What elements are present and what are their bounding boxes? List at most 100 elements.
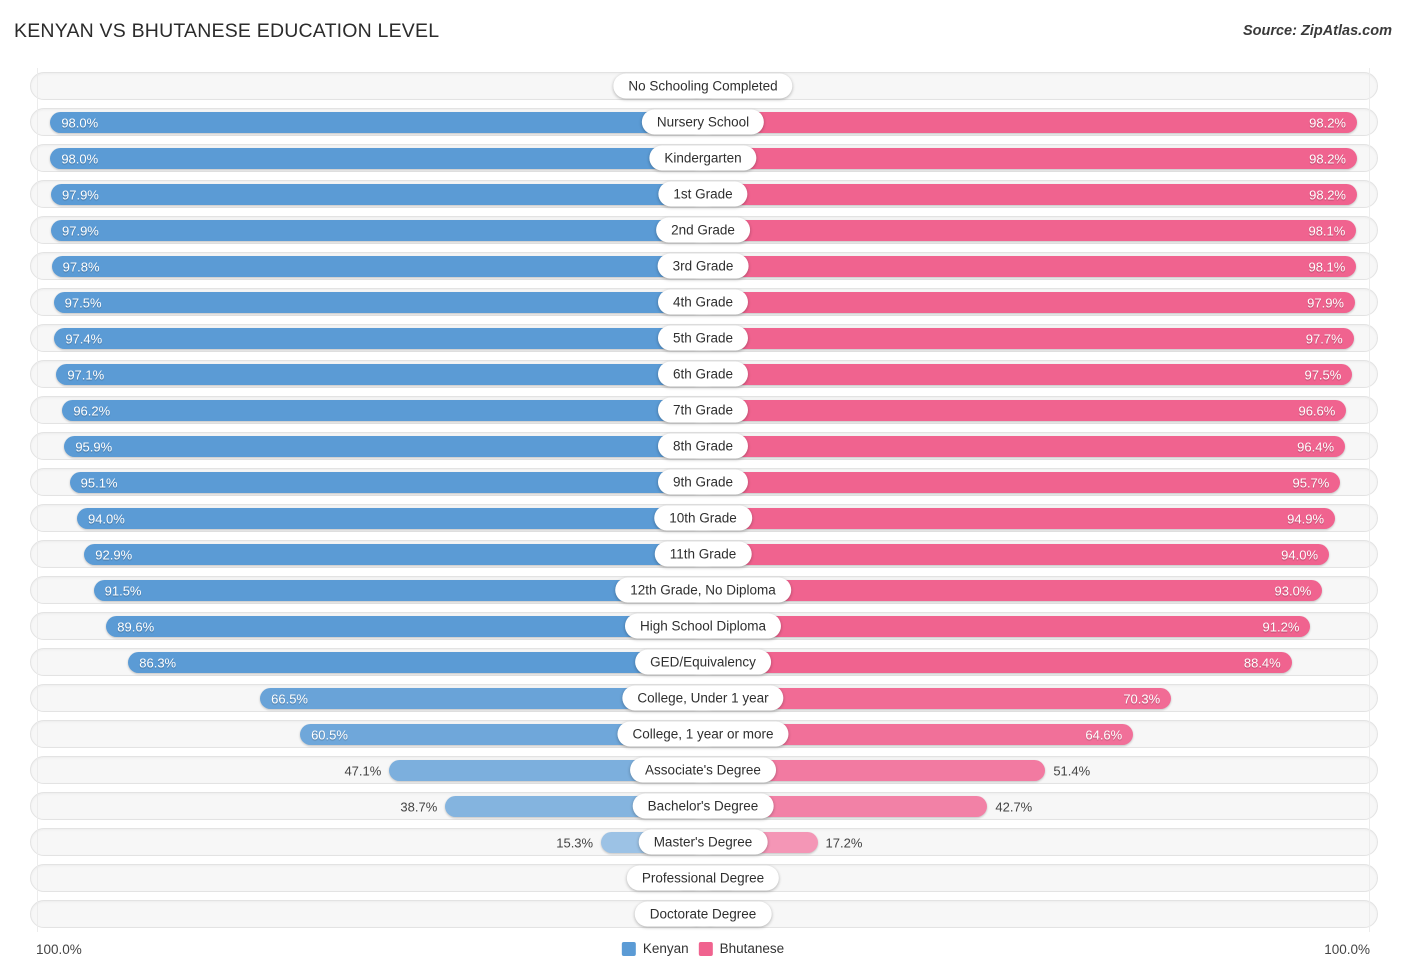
bar-value-bhutanese: 94.9% (1287, 511, 1325, 526)
category-label-pill[interactable]: Associate's Degree (630, 757, 776, 783)
bar-row: 97.9% 98.1% 2nd Grade (0, 212, 1406, 248)
category-label-pill[interactable]: Master's Degree (638, 829, 768, 855)
bar-value-bhutanese: 96.4% (1297, 439, 1335, 454)
bar-kenyan[interactable]: 94.0% (76, 508, 703, 529)
bar-value-kenyan: 60.5% (311, 727, 348, 742)
bar-bhutanese[interactable]: 97.9% (703, 292, 1355, 313)
bar-value-bhutanese: 17.2% (825, 835, 863, 850)
bar-row: 91.5% 93.0% 12th Grade, No Diploma (0, 572, 1406, 608)
bar-bhutanese[interactable]: 95.7% (703, 472, 1341, 493)
legend-item-kenyan[interactable]: Kenyan (621, 941, 689, 956)
bar-kenyan[interactable]: 98.0% (50, 112, 703, 133)
category-label-pill[interactable]: 2nd Grade (656, 217, 750, 243)
axis-guide-line (1369, 860, 1370, 896)
category-label-pill[interactable]: 12th Grade, No Diploma (615, 577, 791, 603)
category-label-pill[interactable]: 1st Grade (658, 181, 748, 207)
axis-guide-line (1369, 464, 1370, 500)
category-label-pill[interactable]: 3rd Grade (657, 253, 749, 279)
bar-bhutanese[interactable]: 88.4% (703, 652, 1292, 673)
bar-kenyan[interactable]: 86.3% (128, 652, 703, 673)
bar-kenyan[interactable]: 95.1% (69, 472, 703, 493)
axis-guide-line (37, 896, 38, 932)
bar-value-kenyan: 97.5% (64, 295, 102, 310)
bar-bhutanese[interactable]: 98.1% (703, 256, 1357, 277)
category-label-pill[interactable]: 9th Grade (657, 469, 749, 495)
bar-kenyan[interactable]: 97.9% (51, 220, 703, 241)
bar-row: 2.0%1.8%No Schooling Completed (0, 68, 1406, 104)
bar-value-kenyan: 97.9% (62, 187, 99, 202)
bar-row: 4.4%5.4%Professional Degree (0, 860, 1406, 896)
category-label-pill[interactable]: College, Under 1 year (622, 685, 784, 711)
axis-guide-line (37, 320, 38, 356)
bar-bhutanese[interactable]: 93.0% (703, 580, 1323, 601)
bar-bhutanese[interactable]: 98.2% (703, 112, 1357, 133)
bar-kenyan[interactable]: 91.5% (93, 580, 703, 601)
category-label-pill[interactable]: 4th Grade (657, 289, 749, 315)
bar-value-bhutanese: 94.0% (1281, 547, 1319, 562)
bar-value-bhutanese: 88.4% (1243, 655, 1281, 670)
category-label-pill[interactable]: 6th Grade (657, 361, 749, 387)
axis-guide-line (37, 140, 38, 176)
bar-row: 47.1% 51.4% Associate's Degree (0, 752, 1406, 788)
bar-bhutanese[interactable]: 91.2% (703, 616, 1311, 637)
bar-kenyan[interactable]: 97.1% (56, 364, 703, 385)
bar-kenyan[interactable]: 97.5% (53, 292, 703, 313)
bar-rows-container: 2.0%1.8%No Schooling Completed 98.0% 98.2%… (0, 68, 1406, 932)
axis-guide-line (37, 860, 38, 896)
bar-row: 96.2% 96.6% 7th Grade (0, 392, 1406, 428)
bar-kenyan[interactable]: 97.4% (54, 328, 703, 349)
bar-bhutanese[interactable]: 98.2% (703, 148, 1357, 169)
bar-bhutanese[interactable]: 96.6% (703, 400, 1347, 421)
axis-guide-line (1369, 608, 1370, 644)
bar-bhutanese[interactable]: 94.0% (703, 544, 1330, 565)
category-label-pill[interactable]: GED/Equivalency (635, 649, 771, 675)
axis-guide-line (37, 824, 38, 860)
bar-value-bhutanese: 51.4% (1053, 763, 1091, 778)
bar-bhutanese[interactable]: 96.4% (703, 436, 1346, 457)
axis-guide-line (37, 536, 38, 572)
axis-guide-line (37, 608, 38, 644)
category-label-pill[interactable]: 7th Grade (657, 397, 749, 423)
bar-value-bhutanese: 98.2% (1309, 187, 1346, 202)
bar-value-kenyan: 97.1% (67, 367, 105, 382)
category-label-pill[interactable]: Professional Degree (626, 865, 780, 891)
axis-guide-line (37, 284, 38, 320)
category-label-pill[interactable]: No Schooling Completed (613, 73, 793, 99)
axis-guide-line (37, 248, 38, 284)
bar-value-bhutanese: 42.7% (995, 799, 1033, 814)
category-label-pill[interactable]: Bachelor's Degree (632, 793, 774, 819)
axis-guide-line (37, 68, 38, 104)
legend-item-bhutanese[interactable]: Bhutanese (698, 941, 784, 956)
category-label-pill[interactable]: College, 1 year or more (617, 721, 789, 747)
bar-kenyan[interactable]: 96.2% (62, 400, 703, 421)
bar-value-bhutanese: 95.7% (1292, 475, 1330, 490)
bar-kenyan[interactable]: 92.9% (84, 544, 703, 565)
bar-value-kenyan: 94.0% (87, 511, 125, 526)
axis-label-left: 100.0% (36, 942, 82, 957)
chart-header: KENYAN VS BHUTANESE EDUCATION LEVEL Sour… (0, 0, 1406, 62)
source-attribution: Source: ZipAtlas.com (1242, 23, 1392, 39)
chart-footer: 100.0% Kenyan Bhutanese 100.0% (0, 938, 1406, 968)
bar-kenyan[interactable]: 98.0% (50, 148, 703, 169)
category-label-pill[interactable]: 11th Grade (654, 541, 752, 567)
category-label-pill[interactable]: 5th Grade (657, 325, 749, 351)
bar-bhutanese[interactable]: 98.2% (703, 184, 1357, 205)
bar-kenyan[interactable]: 89.6% (106, 616, 703, 637)
category-label-pill[interactable]: Kindergarten (649, 145, 757, 171)
bar-bhutanese[interactable]: 97.7% (703, 328, 1354, 349)
category-label-pill[interactable]: Nursery School (641, 109, 765, 135)
bar-kenyan[interactable]: 97.9% (51, 184, 703, 205)
axis-guide-line (37, 356, 38, 392)
category-label-pill[interactable]: Doctorate Degree (634, 901, 772, 927)
bar-kenyan[interactable]: 97.8% (51, 256, 703, 277)
bar-value-kenyan: 15.3% (556, 835, 594, 850)
bar-bhutanese[interactable]: 97.5% (703, 364, 1353, 385)
bar-kenyan[interactable]: 95.9% (64, 436, 703, 457)
bar-bhutanese[interactable]: 98.1% (703, 220, 1357, 241)
category-label-pill[interactable]: High School Diploma (624, 613, 782, 639)
chart-legend: Kenyan Bhutanese (621, 941, 784, 956)
category-label-pill[interactable]: 8th Grade (657, 433, 749, 459)
axis-guide-line (1369, 788, 1370, 824)
bar-bhutanese[interactable]: 94.9% (703, 508, 1336, 529)
category-label-pill[interactable]: 10th Grade (654, 505, 752, 531)
